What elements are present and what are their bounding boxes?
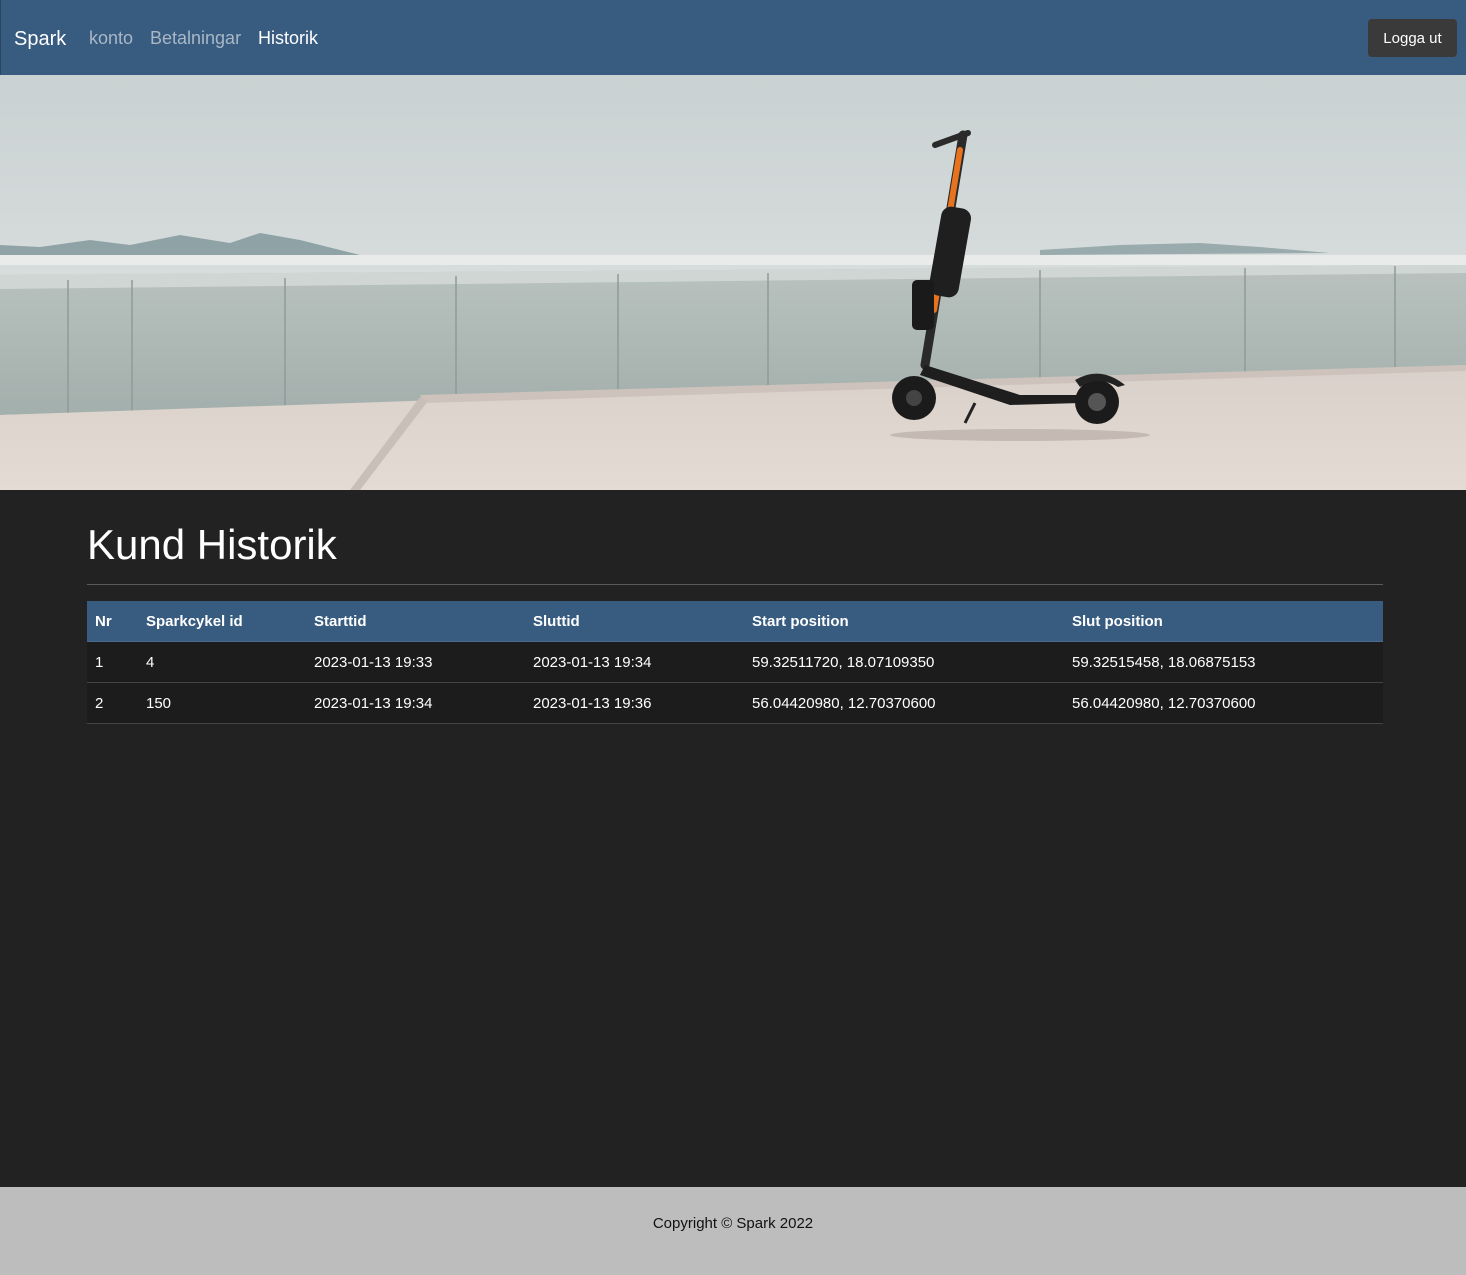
cell-nr: 2 [87, 682, 138, 724]
page-title: Kund Historik [87, 521, 337, 568]
col-header-scooter-id: Sparkcykel id [138, 601, 306, 642]
table-row: 2 150 2023-01-13 19:34 2023-01-13 19:36 … [87, 682, 1383, 724]
copyright-text: Copyright © Spark 2022 [652, 1215, 814, 1232]
cell-end-position: 59.32515458, 18.06875153 [1064, 641, 1383, 683]
footer: Copyright © Spark 2022 [0, 1187, 1466, 1275]
cell-end-time: 2023-01-13 19:34 [525, 641, 744, 683]
top-navbar: Spark konto Betalningar Historik Logga u… [0, 0, 1466, 75]
col-header-nr: Nr [87, 601, 138, 642]
cell-end-position: 56.04420980, 12.70370600 [1064, 682, 1383, 724]
cell-start-position: 59.32511720, 18.07109350 [744, 641, 1064, 683]
cell-scooter-id: 150 [138, 682, 306, 724]
cell-start-time: 2023-01-13 19:33 [306, 641, 525, 683]
brand-link[interactable]: Spark [14, 27, 66, 51]
nav-link-historik[interactable]: Historik [258, 27, 318, 49]
cell-scooter-id: 4 [138, 641, 306, 683]
nav-link-betalningar[interactable]: Betalningar [150, 27, 241, 49]
table-row: 1 4 2023-01-13 19:33 2023-01-13 19:34 59… [87, 641, 1383, 683]
main-content: Kund Historik Nr Sparkcykel id Starttid … [87, 490, 1383, 724]
cell-nr: 1 [87, 641, 138, 683]
logout-button[interactable]: Logga ut [1368, 19, 1457, 57]
col-header-end-position: Slut position [1064, 601, 1383, 642]
col-header-end-time: Sluttid [525, 601, 744, 642]
history-table: Nr Sparkcykel id Starttid Sluttid Start … [87, 601, 1383, 724]
cell-end-time: 2023-01-13 19:36 [525, 682, 744, 724]
cell-start-position: 56.04420980, 12.70370600 [744, 682, 1064, 724]
hero-image [0, 75, 1466, 490]
scooter-photo [0, 75, 1466, 490]
title-divider [87, 584, 1383, 585]
col-header-start-time: Starttid [306, 601, 525, 642]
cell-start-time: 2023-01-13 19:34 [306, 682, 525, 724]
table-header-row: Nr Sparkcykel id Starttid Sluttid Start … [87, 601, 1383, 642]
col-header-start-position: Start position [744, 601, 1064, 642]
nav-link-konto[interactable]: konto [89, 27, 133, 49]
